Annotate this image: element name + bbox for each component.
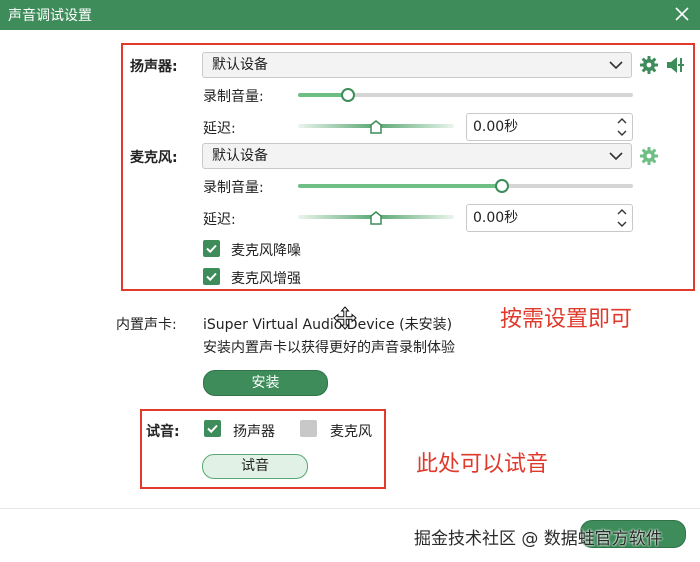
window-title: 声音调试设置 (8, 8, 92, 24)
sound-card-description: 安装内置声卡以获得更好的声音录制体验 (203, 340, 455, 356)
annotation-text-settings: 按需设置即可 (500, 307, 633, 332)
footer-divider (0, 508, 700, 509)
sound-card-label: 内置声卡: (116, 317, 177, 333)
install-button[interactable]: 安装 (203, 370, 328, 396)
title-bar: 声音调试设置 (0, 0, 700, 30)
annotation-text-test: 此处可以试音 (416, 452, 549, 477)
watermark-text: 掘金技术社区 @ 数据蛙官方软件 (414, 529, 663, 549)
annotation-box-test (140, 409, 386, 489)
move-cursor-icon (333, 306, 357, 330)
sound-card-name: iSuper Virtual Audio Device (未安装) (203, 317, 453, 333)
close-icon[interactable] (672, 4, 692, 24)
annotation-box-settings (121, 43, 695, 291)
